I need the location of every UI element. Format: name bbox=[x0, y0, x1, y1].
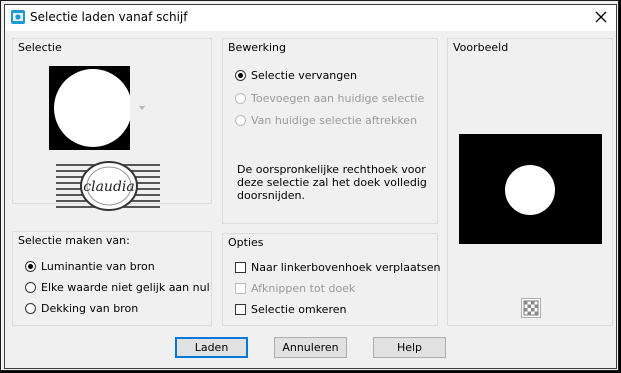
bewerking-description: De oorspronkelijke rechthoek voor deze s… bbox=[237, 163, 427, 202]
opties-group-label: Opties bbox=[228, 236, 264, 249]
checkbox-afknippen[interactable]: Afknippen tot doek bbox=[235, 282, 355, 295]
radio-elke-waarde[interactable]: Elke waarde niet gelijk aan nul bbox=[25, 281, 210, 294]
transparency-icon bbox=[523, 300, 539, 316]
cancel-button[interactable]: Annuleren bbox=[274, 337, 347, 358]
bewerking-group-label: Bewerking bbox=[228, 41, 286, 54]
selectie-maken-group-label: Selectie maken van: bbox=[18, 234, 130, 247]
radio-label: Dekking van bron bbox=[41, 302, 139, 315]
opties-group: Opties Naar linkerbovenhoek verplaatsen … bbox=[222, 233, 440, 326]
radio-dekking[interactable]: Dekking van bron bbox=[25, 302, 138, 315]
radio-aftrekken[interactable]: Van huidige selectie aftrekken bbox=[235, 114, 417, 127]
radio-label: Van huidige selectie aftrekken bbox=[251, 114, 418, 127]
radio-label: Toevoegen aan huidige selectie bbox=[251, 92, 425, 105]
radio-selected-indicator bbox=[235, 70, 246, 81]
radio-indicator bbox=[235, 93, 246, 104]
thumbnail-edge bbox=[130, 66, 135, 150]
voorbeeld-group-label: Voorbeeld bbox=[453, 41, 509, 54]
checkbox-box bbox=[235, 262, 246, 273]
checkbox-box bbox=[235, 304, 246, 315]
close-button[interactable] bbox=[590, 7, 612, 27]
preview-selection-circle bbox=[505, 165, 555, 215]
transparency-button[interactable] bbox=[521, 298, 541, 318]
checkbox-linkerbovenhoek[interactable]: Naar linkerbovenhoek verplaatsen bbox=[235, 261, 440, 274]
app-icon bbox=[11, 10, 25, 24]
bewerking-group: Bewerking Selectie vervangen Toevoegen a… bbox=[222, 38, 438, 224]
dialog-body: Selectie laden vanaf schijf Selectie cla… bbox=[4, 4, 617, 369]
radio-label: Luminantie van bron bbox=[41, 260, 155, 273]
selectie-maken-group: Selectie maken van: Luminantie van bron … bbox=[12, 231, 212, 326]
help-button[interactable]: Help bbox=[373, 337, 446, 358]
checkbox-omkeren[interactable]: Selectie omkeren bbox=[235, 303, 346, 316]
selection-circle bbox=[54, 69, 132, 147]
radio-selected-indicator bbox=[25, 261, 36, 272]
load-button[interactable]: Laden bbox=[175, 337, 248, 358]
checkbox-label: Naar linkerbovenhoek verplaatsen bbox=[251, 261, 441, 274]
window-title: Selectie laden vanaf schijf bbox=[30, 10, 188, 24]
selection-thumbnail[interactable] bbox=[49, 66, 135, 150]
checkbox-box bbox=[235, 283, 246, 294]
voorbeeld-group: Voorbeeld bbox=[447, 38, 613, 326]
radio-toevoegen[interactable]: Toevoegen aan huidige selectie bbox=[235, 92, 424, 105]
radio-label: Elke waarde niet gelijk aan nul bbox=[41, 281, 210, 294]
radio-selectie-vervangen[interactable]: Selectie vervangen bbox=[235, 69, 357, 82]
dialog-window: Selectie laden vanaf schijf Selectie cla… bbox=[0, 0, 619, 371]
selectie-group: Selectie claudia bbox=[12, 38, 212, 211]
radio-luminantie[interactable]: Luminantie van bron bbox=[25, 260, 155, 273]
svg-text:claudia: claudia bbox=[83, 179, 134, 195]
watermark-logo: claudia bbox=[56, 161, 160, 211]
radio-label: Selectie vervangen bbox=[251, 69, 357, 82]
title-bar[interactable]: Selectie laden vanaf schijf bbox=[5, 5, 616, 31]
close-icon bbox=[595, 11, 607, 23]
preview-canvas bbox=[459, 134, 602, 244]
checkbox-label: Afknippen tot doek bbox=[251, 282, 356, 295]
radio-indicator bbox=[235, 115, 246, 126]
radio-indicator bbox=[25, 303, 36, 314]
radio-indicator bbox=[25, 282, 36, 293]
checkbox-label: Selectie omkeren bbox=[251, 303, 347, 316]
selectie-group-label: Selectie bbox=[18, 41, 62, 54]
dropdown-arrow-icon[interactable] bbox=[139, 106, 145, 110]
